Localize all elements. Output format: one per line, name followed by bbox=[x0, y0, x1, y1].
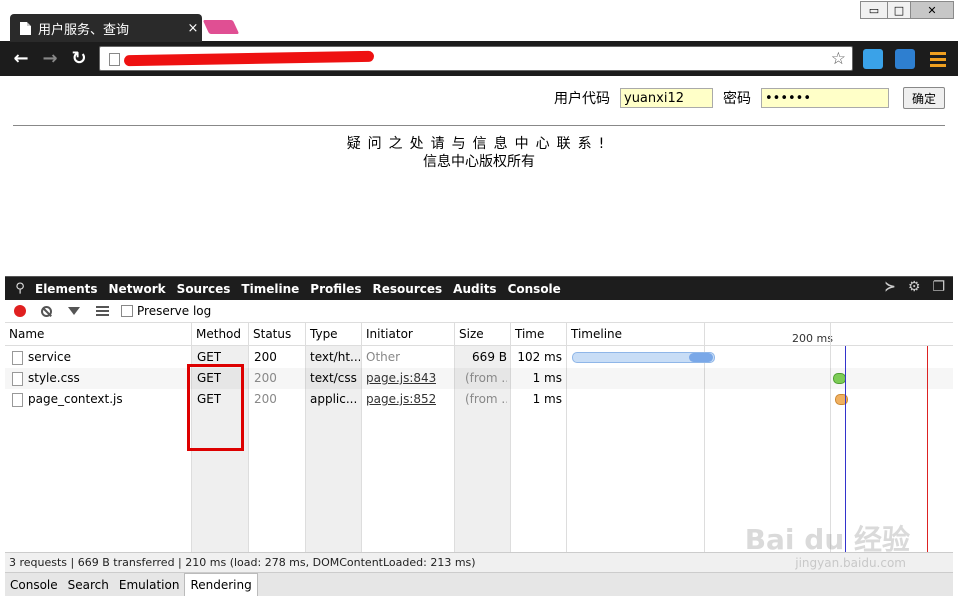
contact-text: 疑问之处请与信息中心联系! bbox=[346, 136, 612, 152]
extension-icon[interactable] bbox=[863, 49, 883, 69]
row-name[interactable]: service bbox=[28, 347, 71, 368]
row-initiator-link[interactable]: page.js:843 bbox=[366, 368, 436, 389]
reload-icon[interactable]: ↻ bbox=[68, 48, 90, 70]
load-line bbox=[927, 346, 928, 552]
col-header-initiator[interactable]: Initiator bbox=[362, 322, 455, 346]
tab-resources[interactable]: Resources bbox=[373, 282, 443, 296]
confirm-button[interactable]: 确定 bbox=[903, 87, 945, 109]
page-icon bbox=[109, 53, 120, 66]
new-tab-button[interactable] bbox=[202, 20, 240, 34]
clear-icon[interactable] bbox=[41, 305, 52, 317]
timeline-bar-receive bbox=[689, 353, 713, 362]
drawer-tab-console[interactable]: Console bbox=[5, 574, 63, 596]
dock-icon[interactable]: ❐ bbox=[932, 279, 945, 295]
user-code-input[interactable] bbox=[620, 88, 713, 108]
forward-arrow-icon[interactable]: → bbox=[39, 48, 61, 70]
row-size: (from ... bbox=[465, 392, 507, 406]
tab-audits[interactable]: Audits bbox=[453, 282, 496, 296]
col-header-size[interactable]: Size bbox=[455, 322, 511, 346]
browser-toolbar: ← → ↻ ☆ bbox=[0, 42, 958, 76]
copyright-text: 信息中心版权所有 bbox=[423, 154, 535, 170]
row-size: 669 B bbox=[472, 350, 507, 364]
back-arrow-icon[interactable]: ← bbox=[10, 48, 32, 70]
maximize-button[interactable]: □ bbox=[887, 1, 911, 19]
row-initiator: Other bbox=[366, 350, 401, 364]
row-status: 200 bbox=[254, 371, 277, 385]
search-icon[interactable]: ⚲ bbox=[5, 281, 35, 296]
filter-icon[interactable] bbox=[68, 307, 80, 315]
table-row[interactable]: style.css GET 200 text/css page.js:843 (… bbox=[5, 368, 953, 389]
method-column-highlight bbox=[187, 364, 244, 451]
tab-network[interactable]: Network bbox=[109, 282, 166, 296]
row-type: applic... bbox=[310, 392, 358, 406]
file-icon bbox=[12, 351, 23, 365]
user-code-label: 用户代码 bbox=[554, 91, 610, 107]
row-name[interactable]: style.css bbox=[28, 368, 80, 389]
file-icon bbox=[12, 372, 23, 386]
divider bbox=[13, 125, 945, 126]
record-icon[interactable] bbox=[14, 305, 26, 317]
row-time: 1 ms bbox=[532, 392, 562, 406]
row-initiator-link[interactable]: page.js:852 bbox=[366, 389, 436, 410]
row-time: 1 ms bbox=[532, 371, 562, 385]
col-header-type[interactable]: Type bbox=[306, 322, 362, 346]
tab-profiles[interactable]: Profiles bbox=[310, 282, 361, 296]
row-type: text/css bbox=[310, 371, 357, 385]
close-window-button[interactable]: ✕ bbox=[910, 1, 954, 19]
tab-elements[interactable]: Elements bbox=[35, 282, 98, 296]
row-time: 102 ms bbox=[517, 350, 562, 364]
timeline-bar bbox=[835, 394, 848, 405]
menu-icon[interactable] bbox=[928, 49, 948, 69]
tab-console[interactable]: Console bbox=[508, 282, 561, 296]
address-bar[interactable]: ☆ bbox=[99, 46, 853, 71]
page-content: 用户代码 密码 确定 疑问之处请与信息中心联系! 信息中心版权所有 bbox=[5, 77, 953, 276]
tab-sources[interactable]: Sources bbox=[177, 282, 231, 296]
col-header-status[interactable]: Status bbox=[249, 322, 306, 346]
password-input[interactable] bbox=[761, 88, 889, 108]
gear-icon[interactable]: ⚙ bbox=[908, 279, 921, 295]
page-icon bbox=[20, 21, 31, 35]
list-view-icon[interactable] bbox=[96, 306, 109, 316]
browser-titlebar: 用户服务、查询 × ▭ □ ✕ bbox=[0, 0, 958, 42]
login-form: 用户代码 密码 确定 bbox=[554, 87, 953, 109]
watermark-url: jingyan.baidu.com bbox=[795, 556, 906, 570]
bookmark-star-icon[interactable]: ☆ bbox=[831, 49, 846, 69]
drawer-tab-search[interactable]: Search bbox=[63, 574, 114, 596]
col-header-timeline[interactable]: Timeline bbox=[567, 322, 953, 346]
tab-title: 用户服务、查询 bbox=[38, 22, 130, 38]
table-row[interactable]: page_context.js GET 200 applic... page.j… bbox=[5, 389, 953, 410]
devtools-actions: ≻ ⚙ ❐ bbox=[884, 279, 945, 295]
drawer-toggle-icon[interactable]: ≻ bbox=[884, 279, 896, 295]
table-row[interactable]: service GET 200 text/ht... Other 669 B 1… bbox=[5, 347, 953, 368]
redaction-mark bbox=[123, 50, 375, 67]
row-type: text/ht... bbox=[310, 350, 360, 364]
drawer-tab-emulation[interactable]: Emulation bbox=[114, 574, 185, 596]
extension-icon[interactable] bbox=[895, 49, 915, 69]
row-status: 200 bbox=[254, 350, 277, 364]
password-label: 密码 bbox=[723, 91, 751, 107]
col-header-name[interactable]: Name bbox=[5, 322, 192, 346]
devtools-tabbar: ⚲ Elements Network Sources Timeline Prof… bbox=[5, 277, 953, 300]
tab-timeline[interactable]: Timeline bbox=[241, 282, 299, 296]
row-name[interactable]: page_context.js bbox=[28, 389, 123, 410]
minimize-button[interactable]: ▭ bbox=[860, 1, 888, 19]
tab-close-icon[interactable]: × bbox=[184, 21, 202, 36]
col-header-method[interactable]: Method bbox=[192, 322, 249, 346]
preserve-log-checkbox[interactable] bbox=[121, 305, 133, 317]
row-status: 200 bbox=[254, 392, 277, 406]
network-controls: Preserve log bbox=[5, 300, 953, 323]
drawer-tabbar: Console Search Emulation Rendering bbox=[5, 572, 953, 596]
preserve-log-label: Preserve log bbox=[137, 304, 212, 318]
timeline-scale-label: 200 ms bbox=[792, 332, 833, 345]
watermark-logo: Bai du 经验 bbox=[744, 523, 910, 556]
row-size: (from ... bbox=[465, 371, 507, 385]
file-icon bbox=[12, 393, 23, 407]
drawer-tab-rendering[interactable]: Rendering bbox=[184, 573, 258, 596]
browser-tab[interactable]: 用户服务、查询 × bbox=[10, 14, 202, 42]
col-header-time[interactable]: Time bbox=[511, 322, 567, 346]
